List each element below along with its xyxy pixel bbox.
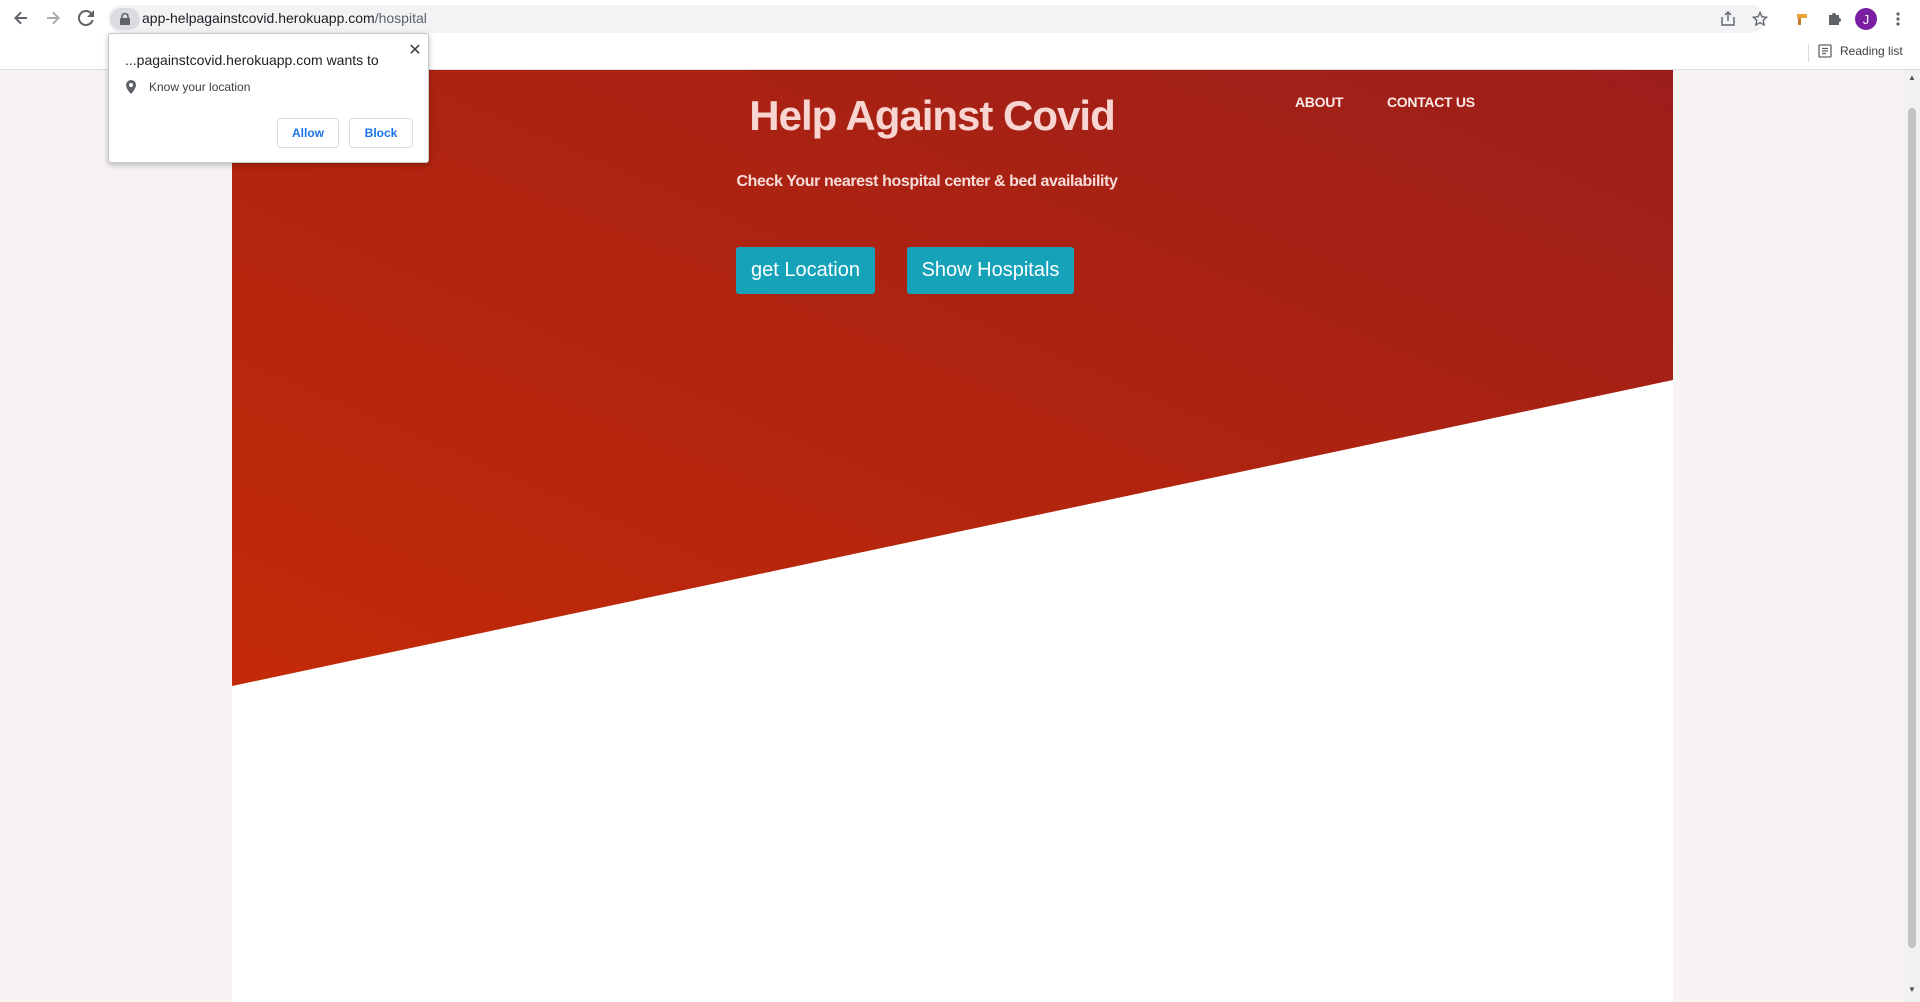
site-info-button[interactable] (110, 8, 140, 30)
site-page: Help Against Covid ABOUT CONTACT US Chec… (232, 70, 1673, 1002)
url-text: app-helpagainstcovid.herokuapp.com/hospi… (142, 10, 427, 26)
extension-hammer-icon[interactable] (1790, 7, 1814, 31)
url-path: /hospital (374, 10, 427, 26)
permission-label: Know your location (149, 80, 251, 94)
show-hospitals-button[interactable]: Show Hospitals (907, 247, 1074, 294)
scroll-up-icon[interactable]: ▲ (1908, 74, 1916, 82)
block-button[interactable]: Block (349, 118, 413, 148)
allow-button[interactable]: Allow (277, 118, 339, 148)
forward-icon[interactable] (41, 6, 65, 30)
hero-background (232, 70, 1673, 686)
url-host: app-helpagainstcovid.herokuapp.com (142, 10, 375, 26)
back-icon[interactable] (9, 6, 33, 30)
lock-icon (120, 13, 130, 25)
close-icon[interactable]: ✕ (405, 40, 425, 60)
page-scrollbar[interactable]: ▲ ▼ (1904, 70, 1920, 1002)
reload-icon[interactable] (74, 6, 98, 30)
share-icon[interactable] (1718, 9, 1738, 29)
browser-menu-icon[interactable] (1886, 7, 1910, 31)
nav-about[interactable]: ABOUT (1295, 94, 1344, 110)
hero-section: Help Against Covid ABOUT CONTACT US Chec… (232, 70, 1673, 690)
page-viewport: Help Against Covid ABOUT CONTACT US Chec… (0, 70, 1904, 1002)
scrollbar-thumb[interactable] (1908, 108, 1916, 948)
location-pin-icon (126, 80, 136, 94)
location-permission-popup: ...pagainstcovid.herokuapp.com wants to … (108, 33, 429, 163)
permission-title: ...pagainstcovid.herokuapp.com wants to (125, 52, 379, 68)
scroll-down-icon[interactable]: ▼ (1908, 986, 1916, 994)
profile-avatar[interactable]: J (1855, 8, 1877, 30)
bookmark-star-icon[interactable] (1750, 9, 1770, 29)
extensions-puzzle-icon[interactable] (1822, 7, 1846, 31)
address-bar[interactable]: app-helpagainstcovid.herokuapp.com/hospi… (108, 5, 1768, 33)
bookmarks-separator (1808, 44, 1809, 62)
get-location-button[interactable]: get Location (736, 247, 875, 294)
nav-contact-us[interactable]: CONTACT US (1387, 94, 1475, 110)
tagline: Check Your nearest hospital center & bed… (736, 173, 1118, 190)
permission-item: Know your location (125, 80, 250, 94)
browser-toolbar: app-helpagainstcovid.herokuapp.com/hospi… (0, 0, 1920, 36)
reading-list-icon (1818, 44, 1832, 58)
reading-list-button[interactable]: Reading list (1818, 44, 1903, 58)
reading-list-label: Reading list (1840, 44, 1903, 58)
